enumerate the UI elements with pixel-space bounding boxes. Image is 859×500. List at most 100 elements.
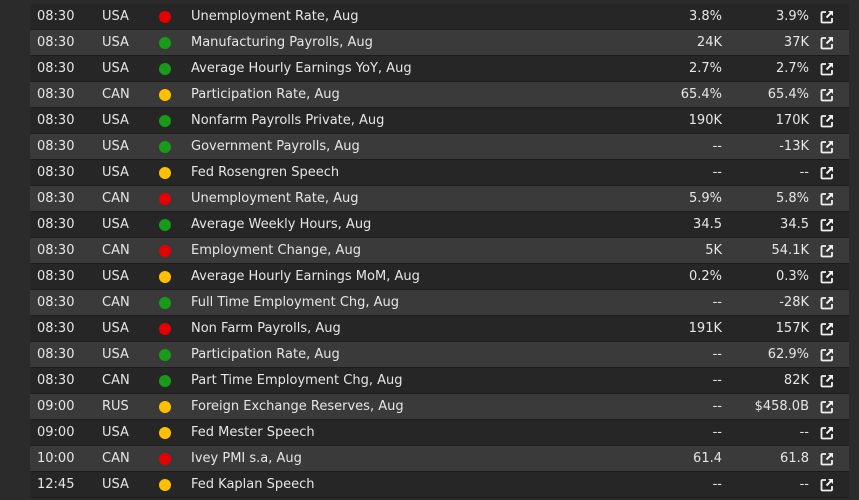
impact-low-dot-icon (159, 297, 171, 309)
event-time: 08:30 (37, 269, 75, 284)
event-forecast: -- (712, 399, 722, 414)
event-name[interactable]: Fed Mester Speech (191, 420, 315, 446)
event-forecast: -- (712, 139, 722, 154)
event-time: 08:30 (37, 9, 75, 24)
table-row[interactable]: 08:30 USA Average Hourly Earnings YoY, A… (30, 56, 849, 82)
table-row[interactable]: 08:30 CAN Unemployment Rate, Aug 5.9% 5.… (30, 186, 849, 212)
event-name[interactable]: Average Hourly Earnings YoY, Aug (191, 56, 412, 82)
table-row[interactable]: 08:30 CAN Full Time Employment Chg, Aug … (30, 290, 849, 316)
event-name[interactable]: Average Weekly Hours, Aug (191, 212, 371, 238)
table-row[interactable]: 10:00 CAN Ivey PMI s.a, Aug 61.4 61.8 (30, 446, 849, 472)
event-actual: 62.9% (767, 347, 809, 362)
event-country: USA (102, 9, 129, 24)
table-row[interactable]: 08:30 USA Nonfarm Payrolls Private, Aug … (30, 108, 849, 134)
event-name[interactable]: Foreign Exchange Reserves, Aug (191, 394, 404, 420)
event-name[interactable]: Nonfarm Payrolls Private, Aug (191, 108, 384, 134)
event-time: 08:30 (37, 321, 75, 336)
event-country: USA (102, 269, 129, 284)
external-link-icon[interactable] (820, 244, 834, 258)
event-country: CAN (102, 295, 130, 310)
external-link-icon[interactable] (820, 10, 834, 24)
external-link-icon[interactable] (820, 452, 834, 466)
event-forecast: 61.4 (693, 451, 722, 466)
event-country: USA (102, 321, 129, 336)
external-link-icon[interactable] (820, 88, 834, 102)
event-name[interactable]: Unemployment Rate, Aug (191, 186, 359, 212)
external-link-icon[interactable] (820, 36, 834, 50)
external-link-icon[interactable] (820, 114, 834, 128)
external-link-icon[interactable] (820, 218, 834, 232)
table-row[interactable]: 08:30 USA Manufacturing Payrolls, Aug 24… (30, 30, 849, 56)
table-row[interactable]: 08:30 USA Participation Rate, Aug -- 62.… (30, 342, 849, 368)
event-country: RUS (102, 399, 129, 414)
external-link-icon[interactable] (820, 62, 834, 76)
external-link-icon[interactable] (820, 348, 834, 362)
event-actual: -- (799, 477, 809, 492)
table-row[interactable]: 08:30 CAN Part Time Employment Chg, Aug … (30, 368, 849, 394)
event-forecast: 65.4% (680, 87, 722, 102)
event-time: 08:30 (37, 165, 75, 180)
calendar-table: 08:30 USA Unemployment Rate, Aug 3.8% 3.… (30, 4, 849, 498)
event-name[interactable]: Participation Rate, Aug (191, 342, 340, 368)
table-row[interactable]: 08:30 USA Government Payrolls, Aug -- -1… (30, 134, 849, 160)
event-name[interactable]: Employment Change, Aug (191, 238, 361, 264)
event-actual: -13K (779, 139, 809, 154)
external-link-icon[interactable] (820, 192, 834, 206)
event-time: 10:00 (37, 451, 75, 466)
external-link-icon[interactable] (820, 296, 834, 310)
event-actual: -28K (779, 295, 809, 310)
external-link-icon[interactable] (820, 322, 834, 336)
table-row[interactable]: 08:30 USA Average Weekly Hours, Aug 34.5… (30, 212, 849, 238)
table-row[interactable]: 08:30 USA Unemployment Rate, Aug 3.8% 3.… (30, 4, 849, 30)
impact-high-dot-icon (159, 453, 171, 465)
impact-medium-dot-icon (159, 271, 171, 283)
event-name[interactable]: Manufacturing Payrolls, Aug (191, 30, 373, 56)
event-time: 08:30 (37, 139, 75, 154)
table-row[interactable]: 08:30 USA Average Hourly Earnings MoM, A… (30, 264, 849, 290)
table-row[interactable]: 09:00 USA Fed Mester Speech -- -- (30, 420, 849, 446)
event-actual: 157K (775, 321, 809, 336)
event-name[interactable]: Average Hourly Earnings MoM, Aug (191, 264, 420, 290)
external-link-icon[interactable] (820, 270, 834, 284)
table-row[interactable]: 08:30 USA Fed Rosengren Speech -- -- (30, 160, 849, 186)
event-time: 08:30 (37, 191, 75, 206)
event-forecast: 5K (705, 243, 722, 258)
event-name[interactable]: Fed Kaplan Speech (191, 472, 315, 498)
event-country: USA (102, 113, 129, 128)
event-country: CAN (102, 191, 130, 206)
event-name[interactable]: Unemployment Rate, Aug (191, 4, 359, 30)
event-name[interactable]: Non Farm Payrolls, Aug (191, 316, 341, 342)
external-link-icon[interactable] (820, 426, 834, 440)
left-gutter (0, 0, 30, 500)
event-actual: 82K (783, 373, 809, 388)
event-actual: 5.8% (775, 191, 809, 206)
external-link-icon[interactable] (820, 166, 834, 180)
event-country: USA (102, 61, 129, 76)
event-name[interactable]: Fed Rosengren Speech (191, 160, 339, 186)
event-name[interactable]: Full Time Employment Chg, Aug (191, 290, 399, 316)
table-row[interactable]: 08:30 CAN Participation Rate, Aug 65.4% … (30, 82, 849, 108)
event-country: CAN (102, 373, 130, 388)
event-name[interactable]: Ivey PMI s.a, Aug (191, 446, 302, 472)
event-name[interactable]: Participation Rate, Aug (191, 82, 340, 108)
impact-high-dot-icon (159, 11, 171, 23)
event-forecast: 24K (696, 35, 722, 50)
external-link-icon[interactable] (820, 400, 834, 414)
event-name[interactable]: Government Payrolls, Aug (191, 134, 360, 160)
table-row[interactable]: 12:45 USA Fed Kaplan Speech -- -- (30, 472, 849, 498)
event-actual: 2.7% (775, 61, 809, 76)
table-row[interactable]: 09:00 RUS Foreign Exchange Reserves, Aug… (30, 394, 849, 420)
impact-medium-dot-icon (159, 479, 171, 491)
event-actual: $458.0B (754, 399, 809, 414)
external-link-icon[interactable] (820, 140, 834, 154)
table-row[interactable]: 08:30 CAN Employment Change, Aug 5K 54.1… (30, 238, 849, 264)
external-link-icon[interactable] (820, 374, 834, 388)
table-row[interactable]: 08:30 USA Non Farm Payrolls, Aug 191K 15… (30, 316, 849, 342)
event-actual: 0.3% (775, 269, 809, 284)
impact-low-dot-icon (159, 219, 171, 231)
event-forecast: -- (712, 477, 722, 492)
impact-low-dot-icon (159, 375, 171, 387)
event-time: 08:30 (37, 61, 75, 76)
event-name[interactable]: Part Time Employment Chg, Aug (191, 368, 402, 394)
external-link-icon[interactable] (820, 478, 834, 492)
